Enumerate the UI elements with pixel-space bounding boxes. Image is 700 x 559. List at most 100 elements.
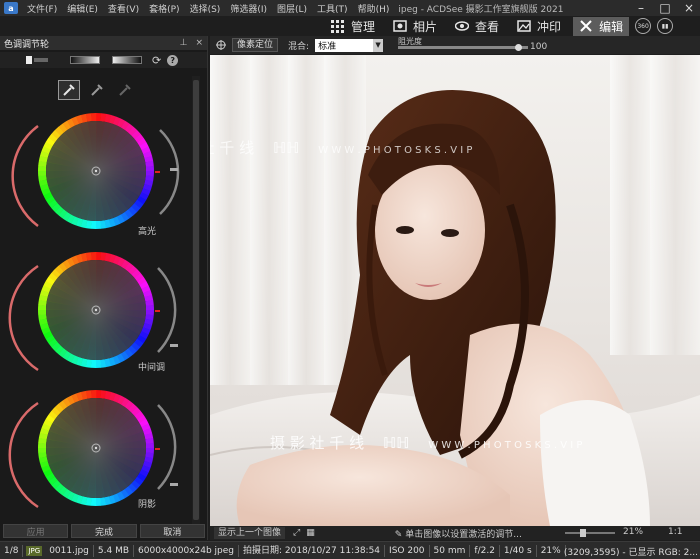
highlight-luminance-handle[interactable] — [170, 168, 178, 171]
shadow-color-wheel[interactable] — [0, 381, 195, 511]
menu-bar: a 文件(F) 编辑(E) 查看(V) 套格(P) 选择(S) 筛选器(I) 图… — [0, 0, 700, 16]
done-button[interactable]: 完成 — [71, 524, 137, 538]
photos-icon — [393, 20, 407, 32]
eyedropper-highlight-button[interactable] — [58, 80, 80, 100]
crosshair-icon[interactable] — [216, 40, 226, 50]
zoom-value[interactable]: 21% — [623, 527, 643, 537]
highlight-hue-handle[interactable] — [155, 171, 160, 173]
image-toolbar: 像素定位 混合: 标准 ▼ 阻光度 100 — [210, 36, 700, 54]
hue-ring-segment[interactable] — [95, 497, 102, 506]
reset-icon[interactable]: ⟳ — [152, 54, 161, 67]
mode-develop-button[interactable]: 冲印 — [511, 17, 567, 36]
shadow-hue-handle[interactable] — [155, 448, 160, 450]
hue-ring-segment[interactable] — [38, 447, 47, 454]
eyedropper-shadow-button[interactable] — [114, 80, 136, 100]
watermark-logo-icon: ℍℍ — [382, 434, 410, 452]
midtone-saturation-arc[interactable] — [8, 264, 39, 372]
eyedropper-icon — [63, 84, 75, 96]
zoom-ratio[interactable]: 1:1 — [668, 527, 682, 537]
menu-format[interactable]: 套格(P) — [144, 2, 184, 15]
chevron-down-icon: ▼ — [373, 38, 384, 52]
menu-edit[interactable]: 编辑(E) — [62, 2, 103, 15]
highlight-luminance-arc[interactable] — [159, 129, 180, 215]
shadow-luminance-handle[interactable] — [170, 483, 178, 486]
menu-view[interactable]: 查看(V) — [103, 2, 144, 15]
wheel-center-dot — [94, 169, 98, 173]
menu-help[interactable]: 帮助(H) — [353, 2, 395, 15]
gradient-stops-icon[interactable] — [26, 55, 48, 65]
midtone-luminance-handle[interactable] — [170, 344, 178, 347]
blend-label: 混合: — [288, 41, 310, 52]
hue-ring-segment[interactable] — [90, 390, 97, 399]
app-logo-icon: a — [4, 2, 18, 14]
blend-mode-select[interactable]: 标准 ▼ — [315, 38, 384, 52]
360-icon[interactable]: 360 — [635, 18, 652, 34]
edit-icon — [580, 20, 592, 32]
highlight-saturation-arc[interactable] — [11, 124, 39, 228]
shadow-label: 阴影 — [138, 500, 157, 510]
midtone-label: 中间调 — [138, 363, 166, 373]
hue-ring-segment[interactable] — [38, 170, 47, 177]
hue-ring-segment[interactable] — [38, 309, 47, 316]
menu-select[interactable]: 选择(S) — [185, 2, 226, 15]
eye-icon — [455, 21, 470, 31]
pixel-position-button[interactable]: 像素定位 — [232, 38, 279, 52]
close-window-icon[interactable]: × — [682, 1, 696, 15]
image-index: 1/8 — [0, 544, 24, 557]
apply-button[interactable]: 应用 — [3, 524, 69, 538]
menu-filter[interactable]: 筛选器(I) — [225, 2, 272, 15]
cancel-button[interactable]: 取消 — [139, 524, 205, 538]
pin-icon[interactable]: ⊥ — [180, 38, 188, 48]
panel-title: 色调调节轮 — [4, 39, 50, 50]
opacity-slider[interactable] — [398, 46, 528, 49]
aperture: f/2.2 — [470, 544, 500, 557]
hue-ring-segment[interactable] — [95, 359, 102, 368]
gradient-swatch-light[interactable] — [70, 56, 100, 64]
mode-edit-button[interactable]: 编辑 — [573, 16, 630, 36]
zoom-slider[interactable] — [565, 532, 615, 534]
mode-photos-button[interactable]: 相片 — [387, 17, 443, 36]
shadow-luminance-arc[interactable] — [157, 404, 177, 490]
zoom-slider-knob[interactable] — [580, 529, 586, 537]
hue-ring-segment[interactable] — [145, 304, 154, 311]
midtone-hue-handle[interactable] — [155, 310, 160, 312]
midtone-color-wheel[interactable] — [0, 244, 195, 374]
format-badge: JPG — [26, 545, 43, 556]
minimize-icon[interactable]: – — [634, 1, 648, 15]
panel-scrollbar[interactable] — [192, 76, 200, 528]
photo-canvas[interactable]: 摄 影 社 千 线 ℍℍ W W W . P H O T O S K S . V… — [210, 55, 700, 526]
grid-toggle-icon[interactable]: ▦ — [306, 528, 315, 538]
menu-file[interactable]: 文件(F) — [22, 2, 62, 15]
wheel-center-dot — [94, 308, 98, 312]
menu-tools[interactable]: 工具(T) — [312, 2, 353, 15]
hue-ring-segment[interactable] — [90, 252, 97, 261]
opacity-slider-knob[interactable] — [515, 44, 522, 51]
expand-icon[interactable]: ⤢ — [293, 528, 300, 538]
hue-ring-segment[interactable] — [145, 165, 154, 172]
hue-ring-segment[interactable] — [90, 113, 97, 122]
file-size: 5.4 MB — [94, 544, 135, 557]
midtone-luminance-arc[interactable] — [157, 267, 177, 353]
mode-view-button[interactable]: 查看 — [449, 17, 505, 36]
gradient-swatch-dark[interactable] — [112, 56, 142, 64]
watermark-logo-icon: ℍℍ — [272, 139, 300, 157]
window-controls: – □ × — [634, 1, 696, 15]
mode-manage-button[interactable]: 管理 — [325, 17, 381, 36]
watermark-top: 摄 影 社 千 线 ℍℍ W W W . P H O T O S K S . V… — [210, 137, 700, 158]
eyedropper-midtone-button[interactable] — [86, 80, 108, 100]
hue-ring-segment[interactable] — [95, 220, 102, 229]
status-zoom: 21% — [537, 544, 566, 557]
maximize-icon[interactable]: □ — [658, 1, 672, 15]
panel-scroll-thumb[interactable] — [193, 80, 199, 520]
menu-layer[interactable]: 图层(L) — [272, 2, 312, 15]
highlight-color-wheel[interactable] — [0, 108, 195, 238]
develop-icon — [517, 20, 531, 32]
dashboard-icon[interactable]: ▮▮ — [657, 18, 674, 34]
help-icon[interactable]: ? — [167, 54, 179, 66]
shadow-saturation-arc[interactable] — [8, 401, 39, 509]
previous-image-button[interactable]: 显示上一个图像 — [214, 527, 286, 539]
panel-close-icon[interactable]: × — [195, 38, 203, 48]
hue-ring-segment[interactable] — [145, 442, 154, 449]
watermark-en-bottom: W W W . P H O T O S K S . V I P — [428, 440, 583, 451]
focal-length: 50 mm — [430, 544, 471, 557]
